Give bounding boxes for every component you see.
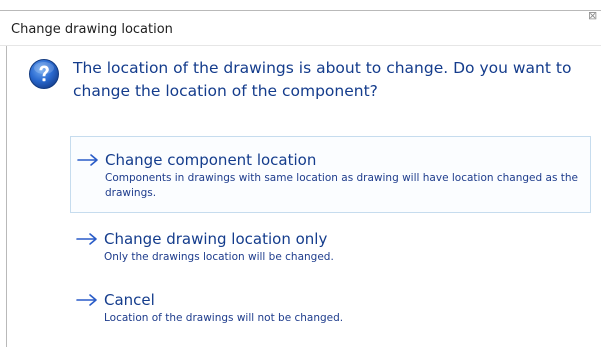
- cancel-button[interactable]: Cancel Location of the drawings will not…: [70, 283, 591, 339]
- change-drawing-location-only-button[interactable]: Change drawing location only Only the dr…: [70, 222, 591, 280]
- arrow-right-icon: [77, 154, 98, 166]
- title-bar[interactable]: Change drawing location: [0, 10, 601, 46]
- arrow-right-icon: [76, 233, 97, 245]
- command-note: Only the drawings location will be chang…: [104, 251, 334, 263]
- command-label: Change drawing location only: [104, 230, 328, 248]
- window-title: Change drawing location: [11, 22, 173, 37]
- close-icon[interactable]: ⊠: [588, 8, 601, 24]
- change-drawing-location-dialog: Change drawing location ⊠ The location o…: [0, 0, 601, 347]
- window-frame-left: [6, 10, 7, 347]
- main-instruction: The location of the drawings is about to…: [73, 59, 572, 100]
- command-label: Change component location: [105, 151, 317, 169]
- arrow-right-icon: [76, 294, 97, 306]
- command-note: Components in drawings with same locatio…: [105, 172, 578, 199]
- question-icon: [29, 59, 59, 89]
- command-note: Location of the drawings will not be cha…: [104, 312, 344, 324]
- command-label: Cancel: [104, 291, 155, 309]
- change-component-location-button[interactable]: Change component location Components in …: [70, 136, 591, 213]
